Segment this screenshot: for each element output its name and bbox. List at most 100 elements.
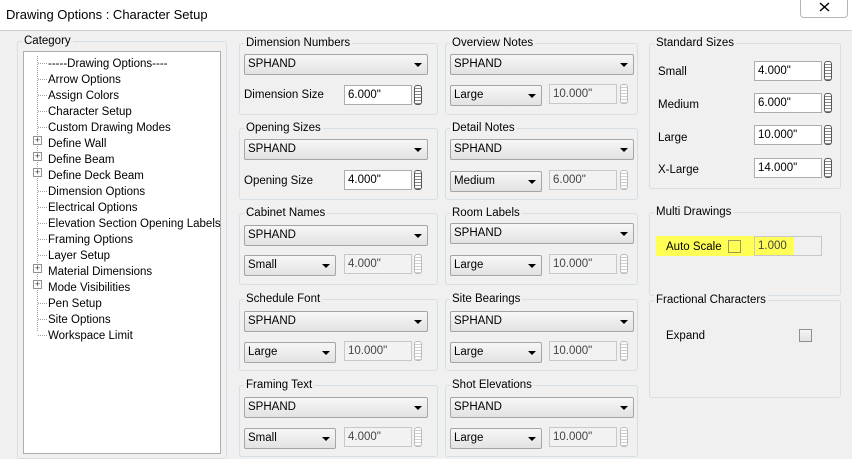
- room-labels-font-select[interactable]: SPHAND: [450, 223, 634, 244]
- chevron-down-icon: [620, 232, 628, 236]
- schedule-font-select[interactable]: SPHAND: [244, 311, 428, 332]
- opening-size-field[interactable]: 4.000": [344, 170, 412, 190]
- site-bearings-size-choice: Large: [454, 346, 484, 358]
- tree-item-material-dimensions[interactable]: Material Dimensions: [48, 264, 152, 280]
- standard-large-field[interactable]: 10.000": [754, 125, 822, 145]
- cabinet-names-font-value: SPHAND: [248, 229, 296, 241]
- standard-large-spinner[interactable]: [824, 125, 832, 145]
- shot-elevations-size-spinner: [620, 427, 628, 447]
- dimension-size-field[interactable]: 6.000": [344, 85, 412, 105]
- tree-item-framing-options[interactable]: Framing Options: [48, 232, 133, 248]
- dimension-numbers-font-select[interactable]: SPHAND: [244, 54, 428, 75]
- schedule-font-size-choice: Large: [248, 346, 278, 358]
- tree-item-pen-setup[interactable]: Pen Setup: [48, 296, 102, 312]
- chevron-down-icon: [528, 351, 536, 355]
- cabinet-names-size-select[interactable]: Small: [244, 255, 336, 276]
- standard-large-value: 10.000": [758, 129, 798, 141]
- overview-notes-size-select[interactable]: Large: [450, 85, 542, 106]
- tree-item-site-options[interactable]: Site Options: [48, 312, 111, 328]
- category-tree[interactable]: -----Drawing Options---- Arrow Options A…: [23, 51, 221, 454]
- shot-elevations-font-select[interactable]: SPHAND: [450, 397, 634, 418]
- tree-item-arrow-options[interactable]: Arrow Options: [48, 72, 121, 88]
- expand-icon[interactable]: +: [33, 280, 42, 289]
- window-title: Drawing Options : Character Setup: [6, 7, 208, 22]
- shot-elevations-font-value: SPHAND: [454, 401, 502, 413]
- site-bearings-font-select[interactable]: SPHAND: [450, 311, 634, 332]
- expand-icon[interactable]: +: [33, 136, 42, 145]
- tree-item-drawing-options[interactable]: -----Drawing Options----: [48, 56, 167, 72]
- expand-icon[interactable]: +: [33, 168, 42, 177]
- tree-item-character-setup[interactable]: Character Setup: [48, 104, 132, 120]
- room-labels-size-select[interactable]: Large: [450, 255, 542, 276]
- overview-notes-font-select[interactable]: SPHAND: [450, 54, 634, 75]
- chevron-down-icon: [620, 320, 628, 324]
- expand-label: Expand: [666, 330, 706, 342]
- standard-small-spinner[interactable]: [824, 61, 832, 81]
- standard-medium-field[interactable]: 6.000": [754, 93, 822, 113]
- tree-item-custom-drawing-modes[interactable]: Custom Drawing Modes: [48, 120, 171, 136]
- opening-sizes-font-select[interactable]: SPHAND: [244, 139, 428, 160]
- room-labels-label: Room Labels: [450, 207, 522, 220]
- site-bearings-size-select[interactable]: Large: [450, 342, 542, 363]
- standard-xlarge-label: X-Large: [658, 164, 699, 176]
- standard-xlarge-spinner[interactable]: [824, 158, 832, 178]
- detail-notes-font-value: SPHAND: [454, 143, 502, 155]
- detail-notes-size-select[interactable]: Medium: [450, 171, 542, 192]
- cabinet-names-font-select[interactable]: SPHAND: [244, 225, 428, 246]
- framing-text-size-choice: Small: [248, 432, 277, 444]
- shot-elevations-label: Shot Elevations: [450, 379, 534, 392]
- auto-scale-checkbox[interactable]: [728, 240, 741, 253]
- framing-text-size-spinner: [414, 427, 422, 447]
- tree-item-define-beam[interactable]: Define Beam: [48, 152, 114, 168]
- standard-large-label: Large: [658, 132, 688, 144]
- schedule-font-size-spinner: [414, 341, 422, 361]
- tree-item-dimension-options[interactable]: Dimension Options: [48, 184, 145, 200]
- site-bearings-size-spinner: [620, 341, 628, 361]
- chevron-down-icon: [414, 148, 422, 152]
- tree-item-elevation-section-opening-labels[interactable]: Elevation Section Opening Labels: [48, 216, 221, 232]
- dimension-size-value: 6.000": [348, 89, 381, 101]
- chevron-down-icon: [414, 234, 422, 238]
- tree-item-electrical-options[interactable]: Electrical Options: [48, 200, 137, 216]
- site-bearings-size-value: 10.000": [553, 345, 593, 357]
- close-button[interactable]: [800, 0, 848, 18]
- site-bearings-label: Site Bearings: [450, 293, 523, 306]
- standard-small-field[interactable]: 4.000": [754, 61, 822, 81]
- close-icon: [819, 2, 830, 12]
- opening-size-spinner[interactable]: [414, 170, 422, 190]
- framing-text-size-select[interactable]: Small: [244, 428, 336, 449]
- standard-xlarge-field[interactable]: 14.000": [754, 158, 822, 178]
- tree-item-define-wall[interactable]: Define Wall: [48, 136, 106, 152]
- schedule-font-size-select[interactable]: Large: [244, 342, 336, 363]
- shot-elevations-size-choice: Large: [454, 432, 484, 444]
- expand-icon[interactable]: +: [33, 152, 42, 161]
- tree-item-workspace-limit[interactable]: Workspace Limit: [48, 328, 133, 344]
- dimension-size-spinner[interactable]: [414, 85, 422, 105]
- tree-item-mode-visibilities[interactable]: Mode Visibilities: [48, 280, 130, 296]
- tree-item-assign-colors[interactable]: Assign Colors: [48, 88, 119, 104]
- chevron-down-icon: [620, 406, 628, 410]
- detail-notes-size-field: 6.000": [549, 170, 617, 190]
- overview-notes-size-choice: Large: [454, 89, 484, 101]
- dimension-numbers-font-value: SPHAND: [248, 58, 296, 70]
- site-bearings-size-field: 10.000": [549, 341, 617, 361]
- cabinet-names-size-choice: Small: [248, 259, 277, 271]
- auto-scale-label: Auto Scale: [666, 241, 722, 253]
- shot-elevations-size-value: 10.000": [553, 431, 593, 443]
- standard-medium-spinner[interactable]: [824, 93, 832, 113]
- framing-text-size-field: 4.000": [344, 427, 412, 447]
- expand-checkbox[interactable]: [799, 329, 812, 342]
- dimension-numbers-label: Dimension Numbers: [244, 37, 353, 50]
- framing-text-font-select[interactable]: SPHAND: [244, 397, 428, 418]
- detail-notes-font-select[interactable]: SPHAND: [450, 139, 634, 160]
- room-labels-size-spinner: [620, 254, 628, 274]
- chevron-down-icon: [322, 264, 330, 268]
- expand-icon[interactable]: +: [33, 264, 42, 273]
- standard-sizes-label: Standard Sizes: [654, 37, 736, 50]
- detail-notes-label: Detail Notes: [450, 122, 517, 135]
- framing-text-font-value: SPHAND: [248, 401, 296, 413]
- standard-small-value: 4.000": [758, 65, 791, 77]
- tree-item-define-deck-beam[interactable]: Define Deck Beam: [48, 168, 144, 184]
- tree-item-layer-setup[interactable]: Layer Setup: [48, 248, 110, 264]
- shot-elevations-size-select[interactable]: Large: [450, 428, 542, 449]
